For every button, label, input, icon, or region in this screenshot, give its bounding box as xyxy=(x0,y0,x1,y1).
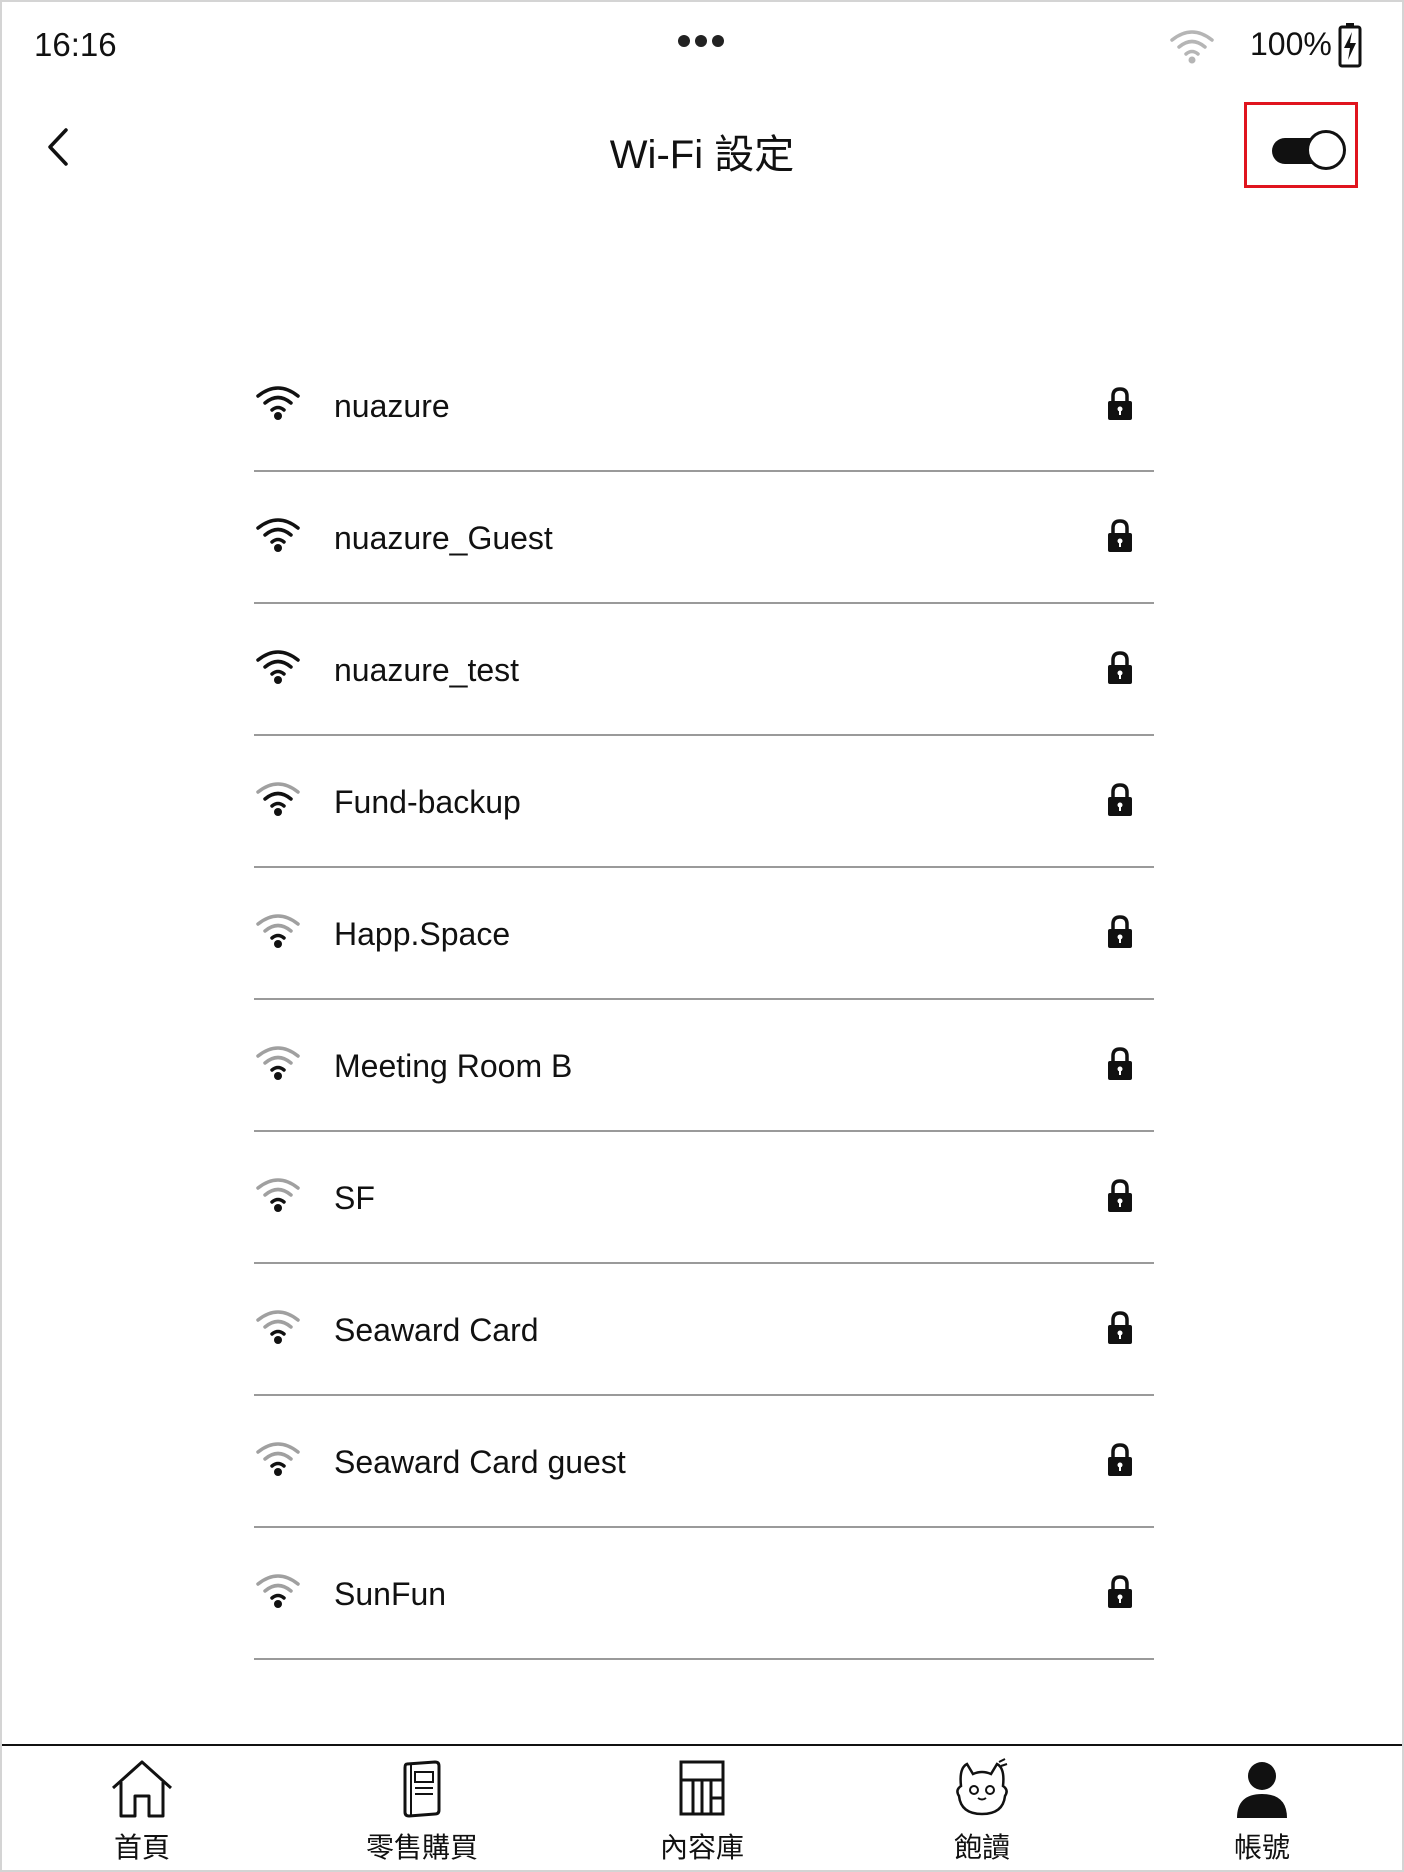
wifi-icon xyxy=(1170,30,1214,64)
network-row[interactable]: SF xyxy=(254,1132,1154,1264)
nav-label: 零售購買 xyxy=(365,1832,478,1863)
lock-icon xyxy=(1108,783,1132,816)
network-name: Meeting Room B xyxy=(334,1048,573,1084)
network-name: nuazure_Guest xyxy=(334,520,553,556)
lock-icon xyxy=(1108,1443,1132,1476)
wifi-settings-screen: 16:16 100% Wi-Fi 設定 nuazure nuazure_Guest… xyxy=(0,0,1404,1872)
network-list: nuazure nuazure_Guest nuazure_test Fund-bac… xyxy=(254,340,1154,1660)
network-row[interactable]: nuazure xyxy=(254,340,1154,472)
toggle-knob xyxy=(1306,130,1346,170)
status-time: 16:16 xyxy=(34,26,117,63)
page-title: Wi-Fi 設定 xyxy=(609,133,795,177)
nav-item-account[interactable]: 帳號 xyxy=(1122,1746,1402,1872)
network-row[interactable]: Seaward Card guest xyxy=(254,1396,1154,1528)
nav-item-shop[interactable]: 零售購買 xyxy=(282,1746,562,1872)
wifi-signal-icon xyxy=(256,386,300,420)
wifi-signal-icon xyxy=(256,1178,300,1212)
nav-item-home[interactable]: 首頁 xyxy=(2,1746,282,1872)
menu-dots-icon[interactable] xyxy=(678,34,730,58)
lock-icon xyxy=(1108,915,1132,948)
nav-label: 內容庫 xyxy=(659,1832,744,1863)
mascot-icon xyxy=(956,1758,1008,1816)
network-name: Seaward Card xyxy=(334,1312,539,1348)
network-name: Happ.Space xyxy=(334,916,511,952)
battery-percent: 100% xyxy=(1250,26,1332,62)
network-name: SunFun xyxy=(334,1576,447,1612)
network-row[interactable]: Meeting Room B xyxy=(254,1000,1154,1132)
library-icon xyxy=(679,1760,725,1816)
network-name: nuazure xyxy=(334,388,450,424)
lock-icon xyxy=(1108,1047,1132,1080)
nav-item-reading[interactable]: 飽讀 xyxy=(842,1746,1122,1872)
status-bar: 16:16 100% xyxy=(2,2,1402,92)
home-icon xyxy=(111,1760,173,1818)
wifi-signal-icon xyxy=(256,1442,300,1476)
network-name: nuazure_test xyxy=(334,652,520,688)
wifi-signal-icon xyxy=(256,650,300,684)
battery-charging-icon xyxy=(1338,23,1362,68)
book-icon xyxy=(403,1760,441,1818)
nav-label: 首頁 xyxy=(113,1832,170,1863)
network-row[interactable]: Seaward Card xyxy=(254,1264,1154,1396)
network-row[interactable]: nuazure_test xyxy=(254,604,1154,736)
nav-label: 帳號 xyxy=(1233,1832,1290,1863)
account-icon xyxy=(1237,1762,1287,1818)
wifi-signal-icon xyxy=(256,1310,300,1344)
header: Wi-Fi 設定 xyxy=(2,92,1402,202)
network-row[interactable]: Happ.Space xyxy=(254,868,1154,1000)
bottom-nav: 首頁 零售購買 內容庫 飽讀 帳號 xyxy=(2,1744,1402,1872)
network-row[interactable]: SunFun xyxy=(254,1528,1154,1660)
lock-icon xyxy=(1108,1179,1132,1212)
lock-icon xyxy=(1108,651,1132,684)
lock-icon xyxy=(1108,387,1132,420)
lock-icon xyxy=(1108,1311,1132,1344)
wifi-signal-icon xyxy=(256,914,300,948)
network-name: Fund-backup xyxy=(334,784,521,820)
network-row[interactable]: nuazure_Guest xyxy=(254,472,1154,604)
wifi-signal-icon xyxy=(256,1046,300,1080)
nav-item-library[interactable]: 內容庫 xyxy=(562,1746,842,1872)
network-row[interactable]: Fund-backup xyxy=(254,736,1154,868)
network-name: Seaward Card guest xyxy=(334,1444,626,1480)
nav-label: 飽讀 xyxy=(953,1832,1010,1863)
network-name: SF xyxy=(334,1180,375,1216)
lock-icon xyxy=(1108,1575,1132,1608)
wifi-toggle[interactable] xyxy=(1270,130,1346,170)
wifi-signal-icon xyxy=(256,782,300,816)
wifi-signal-icon xyxy=(256,518,300,552)
wifi-signal-icon xyxy=(256,1574,300,1608)
lock-icon xyxy=(1108,519,1132,552)
